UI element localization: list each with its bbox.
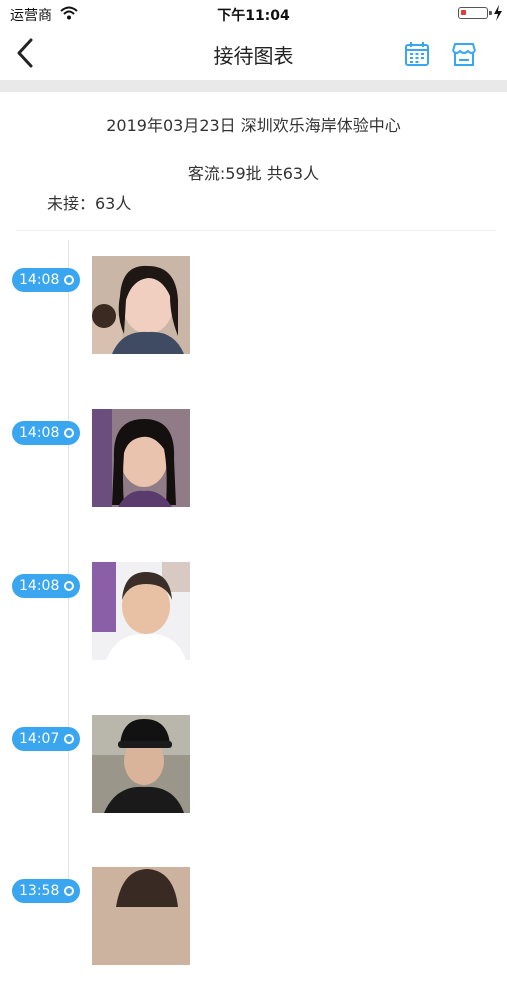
time-badge: 14:08: [12, 574, 80, 598]
visitor-photo[interactable]: [92, 715, 190, 813]
clock: 下午11:04: [217, 8, 290, 24]
time-badge: 13:58: [12, 879, 80, 903]
time-badge: 14:08: [12, 268, 80, 292]
visitor-flow-label: 客流:59批 共63人: [187, 164, 320, 183]
divider: [16, 230, 496, 231]
visitor-photo[interactable]: [92, 256, 190, 354]
visitor-photo[interactable]: [92, 562, 190, 660]
timeline-entry[interactable]: 14:08: [0, 562, 507, 684]
visitor-photo[interactable]: [92, 409, 190, 507]
status-bar: 运营商 下午11:04: [0, 0, 507, 28]
battery-icon: [458, 7, 492, 19]
section-divider: [0, 80, 507, 92]
time-badge: 14:08: [12, 421, 80, 445]
timeline-entry[interactable]: 14:08: [0, 409, 507, 531]
nav-bar: 接待图表: [0, 28, 507, 80]
charging-icon: [494, 5, 502, 21]
timeline-entry[interactable]: 14:08: [0, 256, 507, 378]
time-badge: 14:07: [12, 727, 80, 751]
visitor-photo[interactable]: [92, 867, 190, 965]
store-icon[interactable]: [450, 40, 478, 68]
pending-count-label: 未接：63人: [47, 194, 132, 213]
date-store-label: 2019年03月23日 深圳欢乐海岸体验中心: [106, 116, 401, 135]
calendar-icon[interactable]: [403, 40, 431, 68]
timeline-entry[interactable]: 14:07: [0, 715, 507, 837]
timeline-entry[interactable]: 13:58: [0, 867, 507, 989]
